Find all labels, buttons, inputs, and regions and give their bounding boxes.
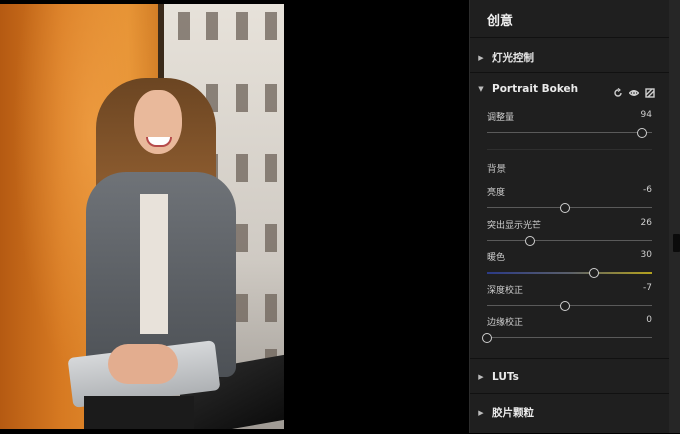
creative-panel: 创意 ▶ 灯光控制 ▼ Portrait Bokeh 调整量 94 背景 亮度 -6… (469, 0, 669, 433)
triangle-right-icon: ▶ (478, 408, 484, 417)
amount-label: 调整量 (487, 113, 515, 123)
warmth-label: 暖色 (487, 253, 506, 263)
highlight-glow-label: 突出显示光芒 (487, 221, 542, 231)
photo-hands (108, 344, 178, 384)
triangle-right-icon: ▶ (478, 53, 484, 62)
slider-knob[interactable] (524, 235, 535, 246)
brightness-slider[interactable] (487, 202, 652, 213)
depth-correction-label: 深度校正 (487, 286, 524, 296)
section-label: Portrait Bokeh (492, 83, 579, 95)
eye-icon[interactable] (628, 83, 640, 102)
section-label: 灯光控制 (492, 52, 534, 64)
warmth-control: 暖色 30 (487, 250, 652, 278)
warmth-slider[interactable] (487, 267, 652, 278)
highlight-glow-slider[interactable] (487, 235, 652, 246)
warmth-value[interactable]: 30 (641, 250, 652, 263)
edge-correction-control: 边缘校正 0 (482, 315, 652, 343)
portrait-photo (0, 4, 284, 429)
section-tools (613, 83, 655, 102)
section-label: LUTs (492, 371, 519, 383)
section-film-grain[interactable]: ▶ 胶片颗粒 (470, 393, 669, 434)
depth-correction-slider[interactable] (487, 300, 652, 311)
triangle-down-icon: ▼ (478, 85, 484, 93)
background-group-label: 背景 (487, 164, 507, 175)
image-canvas[interactable] (0, 0, 468, 433)
section-portrait-bokeh: ▼ Portrait Bokeh 调整量 94 背景 亮度 -6 突出显示光芒 26 … (470, 72, 669, 358)
photo-legs (84, 396, 194, 429)
slider-knob[interactable] (589, 267, 600, 278)
divider (487, 149, 652, 150)
reset-icon[interactable] (613, 83, 623, 102)
highlight-glow-value[interactable]: 26 (641, 218, 652, 231)
section-header[interactable]: ▼ Portrait Bokeh (476, 83, 578, 95)
mask-icon[interactable] (645, 83, 655, 102)
triangle-right-icon: ▶ (478, 373, 484, 381)
section-lighting[interactable]: ▶ 灯光控制 (470, 37, 669, 72)
edge-correction-value[interactable]: 0 (646, 315, 652, 328)
section-luts[interactable]: ▶ LUTs (470, 358, 669, 393)
scrollbar-thumb[interactable] (673, 234, 680, 252)
amount-control: 调整量 94 (487, 110, 652, 138)
edge-correction-slider[interactable] (482, 332, 652, 343)
depth-correction-value[interactable]: -7 (643, 283, 652, 296)
amount-slider[interactable] (487, 127, 652, 138)
brightness-control: 亮度 -6 (487, 185, 652, 213)
photo-shirt (140, 194, 168, 334)
brightness-label: 亮度 (487, 188, 506, 198)
edge-correction-label: 边缘校正 (487, 318, 524, 328)
section-label: 胶片颗粒 (492, 407, 534, 419)
highlight-glow-control: 突出显示光芒 26 (487, 218, 652, 246)
panel-title: 创意 (487, 14, 514, 29)
depth-correction-control: 深度校正 -7 (487, 283, 652, 311)
brightness-value[interactable]: -6 (643, 185, 652, 198)
slider-knob[interactable] (559, 202, 570, 213)
slider-knob[interactable] (482, 332, 492, 343)
slider-knob[interactable] (637, 127, 648, 138)
amount-value[interactable]: 94 (641, 110, 652, 123)
slider-knob[interactable] (559, 300, 570, 311)
panel-scrollbar[interactable] (669, 0, 680, 433)
